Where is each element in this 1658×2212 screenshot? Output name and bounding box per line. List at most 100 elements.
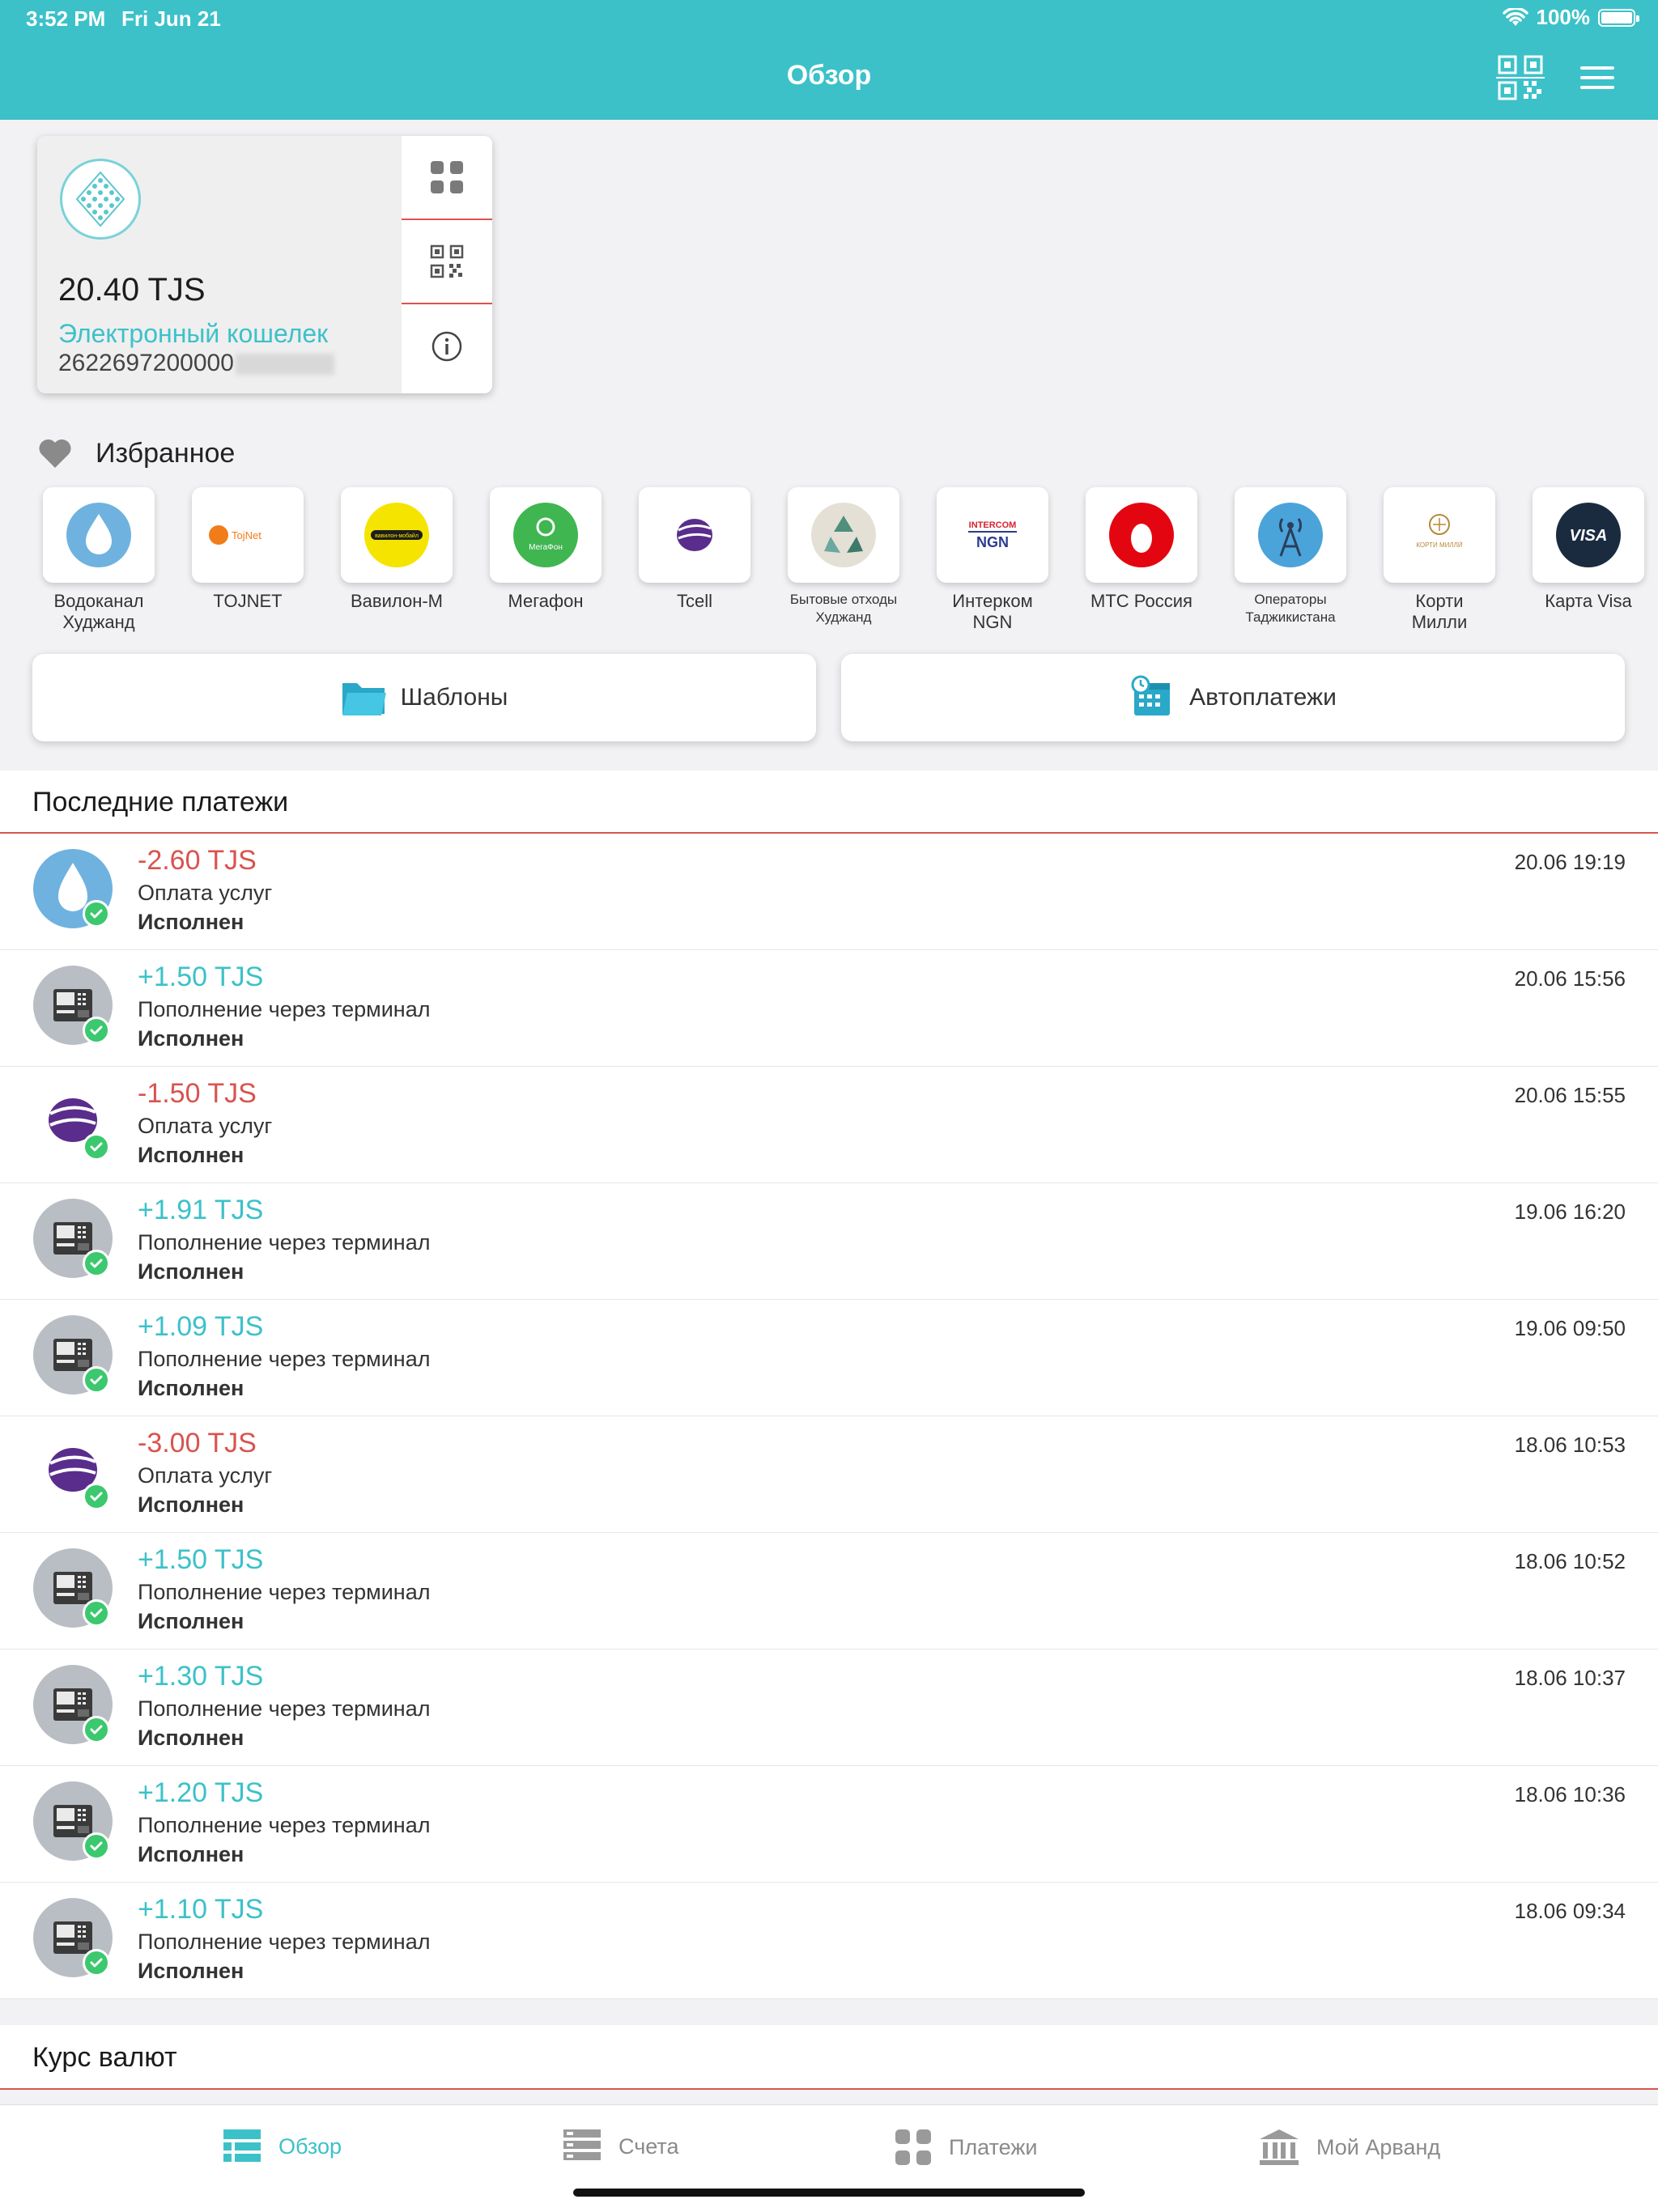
wallet-diamond-icon	[75, 171, 125, 227]
favorite-waste[interactable]: Бытовые отходы Худжанд	[769, 487, 918, 626]
transaction-row[interactable]: +1.91 TJS Пополнение через терминал Исполн…	[0, 1183, 1658, 1300]
qr-scan-button[interactable]	[1496, 53, 1545, 102]
favorite-label: Корти Милли	[1411, 591, 1468, 632]
tcell-logo-icon	[677, 519, 712, 551]
menu-button[interactable]	[1574, 53, 1622, 102]
tab-overview[interactable]: Обзор	[222, 2128, 342, 2165]
top-bar: 3:52 PM Fri Jun 21 100% Обзор	[0, 0, 1658, 120]
wallet-qr-button[interactable]	[402, 220, 492, 304]
transaction-status: Исполнен	[138, 1726, 244, 1750]
favorite-label: Мегафон	[508, 591, 584, 611]
transaction-list: -2.60 TJS Оплата услуг Исполнен 20.06 19:19…	[0, 834, 1658, 1999]
hamburger-icon	[1580, 66, 1614, 89]
transaction-description: Пополнение через терминал	[138, 1930, 431, 1954]
transaction-row[interactable]: -1.50 TJS Оплата услуг Исполнен 20.06 15:55	[0, 1067, 1658, 1183]
transaction-datetime: 18.06 09:34	[1514, 1899, 1626, 1923]
favorite-label: Tcell	[676, 591, 712, 611]
tab-label: Платежи	[949, 2134, 1038, 2159]
page-title: Обзор	[786, 60, 872, 91]
favorites-header: Избранное	[37, 437, 235, 469]
favorite-megafon[interactable]: МегаФон Мегафон	[471, 487, 620, 612]
templates-button[interactable]: Шаблоны	[32, 654, 816, 741]
status-date: Fri Jun 21	[121, 6, 221, 31]
transaction-row[interactable]: +1.50 TJS Пополнение через терминал Исполн…	[0, 1533, 1658, 1649]
tab-my-arvand[interactable]: Мой Арванд	[1258, 2128, 1440, 2167]
transaction-row[interactable]: +1.30 TJS Пополнение через терминал Исполн…	[0, 1649, 1658, 1766]
transaction-datetime: 18.06 10:36	[1514, 1782, 1626, 1807]
transaction-amount: +1.30 TJS	[138, 1661, 264, 1692]
favorite-korti-milli[interactable]: КОРТИ МИЛЛӢ Корти Милли	[1365, 487, 1514, 633]
favorite-tile	[1235, 487, 1346, 583]
transaction-row[interactable]: +1.10 TJS Пополнение через терминал Исполн…	[0, 1883, 1658, 1999]
autopay-label: Автоплатежи	[1189, 684, 1337, 711]
favorite-label: Водоканал Худжанд	[53, 591, 144, 632]
megafon-logo-icon: МегаФон	[513, 503, 578, 567]
battery-percent: 100%	[1536, 5, 1591, 29]
transaction-row[interactable]: -2.60 TJS Оплата услуг Исполнен 20.06 19:19	[0, 834, 1658, 950]
wallet-info-button[interactable]	[402, 304, 492, 388]
wallet-card[interactable]: 20.40 TJS Электронный кошелек 2622697200…	[37, 136, 492, 393]
transaction-datetime: 18.06 10:53	[1514, 1433, 1626, 1457]
visa-logo-icon: VISA	[1556, 503, 1621, 567]
favorite-visa[interactable]: VISA Карта Visa	[1514, 487, 1658, 612]
wallet-number-text: 2622697200000	[58, 350, 234, 376]
transaction-description: Пополнение через терминал	[138, 1580, 431, 1604]
favorite-vodokanal[interactable]: Водоканал Худжанд	[24, 487, 173, 633]
favorite-babilon[interactable]: вавилон-мобайл Вавилон-М	[322, 487, 471, 612]
transaction-datetime: 19.06 09:50	[1514, 1316, 1626, 1340]
wallet-services-button[interactable]	[402, 136, 492, 220]
templates-label: Шаблоны	[400, 684, 508, 711]
autopay-button[interactable]: Автоплатежи	[841, 654, 1625, 741]
babilon-logo-icon: вавилон-мобайл	[364, 503, 429, 567]
success-check-icon	[83, 1133, 110, 1161]
favorite-label: Карта Visa	[1545, 591, 1632, 611]
transaction-description: Пополнение через терминал	[138, 997, 431, 1021]
tab-payments[interactable]: Платежи	[894, 2128, 1038, 2167]
transaction-row[interactable]: +1.09 TJS Пополнение через терминал Исполн…	[0, 1300, 1658, 1416]
favorite-tile: КОРТИ МИЛЛӢ	[1384, 487, 1495, 583]
mts-logo-icon	[1109, 503, 1174, 567]
battery-icon	[1598, 8, 1639, 27]
transaction-amount: +1.09 TJS	[138, 1311, 264, 1342]
success-check-icon	[83, 1716, 110, 1743]
wallet-logo	[60, 159, 141, 240]
transaction-datetime: 18.06 10:37	[1514, 1666, 1626, 1690]
favorite-tile	[788, 487, 899, 583]
transaction-datetime: 19.06 16:20	[1514, 1199, 1626, 1224]
favorite-tcell[interactable]: Tcell	[620, 487, 769, 612]
tab-accounts[interactable]: Счета	[562, 2128, 678, 2165]
favorite-operators-tj[interactable]: Операторы Таджикистана	[1216, 487, 1365, 626]
recent-payments: Последние платежи -2.60 TJS Оплата услуг И…	[0, 771, 1658, 1999]
success-check-icon	[83, 1017, 110, 1044]
transaction-datetime: 18.06 10:52	[1514, 1549, 1626, 1573]
favorites-list: Водоканал Худжанд TojNet TOJNET вавилон-…	[24, 487, 1644, 649]
transaction-row[interactable]: +1.20 TJS Пополнение через терминал Исполн…	[0, 1766, 1658, 1883]
success-check-icon	[83, 1250, 110, 1277]
home-indicator	[573, 2189, 1085, 2197]
wifi-icon	[1502, 7, 1528, 26]
favorite-tile	[1086, 487, 1197, 583]
overview-list-icon	[223, 2129, 261, 2162]
status-right: 100%	[1502, 5, 1639, 30]
bank-building-icon	[1260, 2129, 1299, 2165]
heart-icon	[39, 439, 71, 468]
favorite-label: МТС Россия	[1090, 591, 1192, 611]
favorite-mts[interactable]: МТС Россия	[1067, 487, 1216, 612]
favorite-tojnet[interactable]: TojNet TOJNET	[173, 487, 322, 612]
favorite-label: Бытовые отходы Худжанд	[789, 592, 898, 625]
folder-icon	[342, 683, 386, 715]
tab-label: Счета	[619, 2133, 679, 2159]
transaction-description: Оплата услуг	[138, 1463, 273, 1488]
currency-section[interactable]: Курс валют	[0, 2025, 1658, 2090]
svg-text:TojNet: TojNet	[232, 529, 261, 541]
svg-text:вавилон-мобайл: вавилон-мобайл	[375, 533, 419, 539]
transaction-status: Исполнен	[138, 1492, 244, 1517]
favorite-intercom[interactable]: INTERCOM NGN Интерком NGN	[918, 487, 1067, 633]
favorites-title: Избранное	[96, 437, 236, 469]
success-check-icon	[83, 1949, 110, 1976]
transaction-row[interactable]: -3.00 TJS Оплата услуг Исполнен 18.06 10:53	[0, 1416, 1658, 1533]
transaction-row[interactable]: +1.50 TJS Пополнение через терминал Исполн…	[0, 950, 1658, 1067]
transaction-status: Исполнен	[138, 1959, 244, 1983]
transaction-datetime: 20.06 19:19	[1514, 850, 1626, 874]
success-check-icon	[83, 1483, 110, 1510]
